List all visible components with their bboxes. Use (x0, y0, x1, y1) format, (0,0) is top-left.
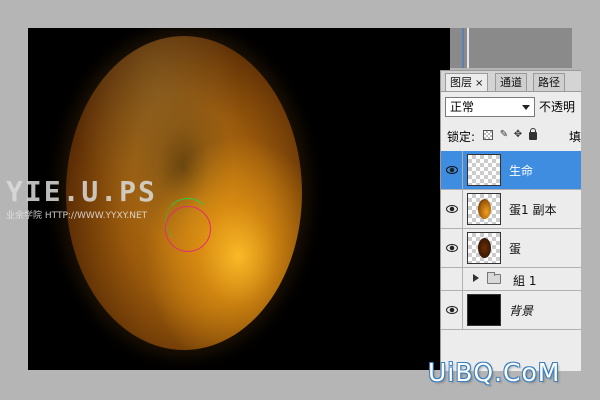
chevron-down-icon (522, 105, 530, 110)
layer-row-background[interactable]: 背景 (441, 291, 581, 330)
blend-mode-select[interactable]: 正常 (445, 97, 535, 117)
opacity-label: 不透明 (539, 100, 576, 114)
tab-channels[interactable]: 通道 (495, 73, 527, 91)
blend-row: 正常 不透明 (445, 97, 581, 119)
panel-divider-light (467, 28, 469, 68)
layer-name: 蛋1 副本 (509, 203, 557, 217)
visibility-toggle[interactable] (441, 229, 463, 267)
layer-row-egg[interactable]: 蛋 (441, 229, 581, 268)
egg-thumbnail-image (478, 199, 491, 219)
layer-list: 生命 蛋1 副本 蛋 組 1 背景 (441, 151, 581, 330)
close-icon[interactable]: × (475, 78, 483, 89)
lock-transparent-icon[interactable] (483, 130, 493, 140)
layer-name: 組 1 (513, 274, 537, 288)
eye-icon (446, 306, 458, 314)
lock-icon[interactable] (529, 128, 537, 140)
tab-channels-label: 通道 (500, 76, 522, 89)
layer-name: 蛋 (509, 242, 522, 256)
expand-arrow-icon[interactable] (473, 274, 479, 282)
layer-row-group-1[interactable]: 組 1 (441, 268, 581, 291)
lock-row: 锁定: ✎ ✥ 填 (445, 127, 581, 145)
layer-thumbnail (467, 232, 501, 264)
fill-label: 填 (569, 130, 581, 144)
layer-name: 背景 (509, 304, 534, 318)
visibility-toggle[interactable] (441, 151, 463, 189)
brand-watermark: UiBQ.CoM (428, 358, 561, 387)
tab-paths-label: 路径 (538, 76, 560, 89)
layer-thumbnail (467, 154, 501, 186)
brush-cursor-ring (165, 206, 211, 252)
layer-thumbnail (467, 294, 501, 326)
visibility-toggle[interactable] (441, 291, 463, 329)
layer-row-life[interactable]: 生命 (441, 151, 581, 190)
folder-icon (487, 272, 501, 284)
workspace-background (450, 28, 572, 68)
panel-tabs: 图层 × 通道 路径 (441, 71, 581, 92)
tab-layers[interactable]: 图层 × (445, 73, 489, 91)
lock-label: 锁定: (447, 130, 476, 144)
layer-thumbnail (467, 193, 501, 225)
watermark-logo-text: YIE.U.PS (6, 175, 157, 208)
layers-panel: 图层 × 通道 路径 正常 不透明 锁定: ✎ ✥ 填 生命 蛋1 副本 蛋 組… (440, 70, 581, 371)
tab-paths[interactable]: 路径 (533, 73, 565, 91)
layer-name: 生命 (509, 164, 534, 178)
site-watermark: YIE.U.PS 业余学院 HTTP://WWW.YYXY.NET (6, 175, 157, 222)
panel-divider (462, 28, 464, 68)
visibility-toggle[interactable] (441, 190, 463, 228)
watermark-url-text: 业余学院 HTTP://WWW.YYXY.NET (6, 211, 148, 221)
eye-icon (446, 205, 458, 213)
blend-mode-value: 正常 (450, 100, 475, 114)
brush-icon[interactable]: ✎ (499, 130, 509, 140)
layer-row-egg-copy[interactable]: 蛋1 副本 (441, 190, 581, 229)
visibility-toggle[interactable] (441, 268, 463, 290)
tab-layers-label: 图层 (450, 76, 472, 89)
egg-thumbnail-image (478, 238, 491, 258)
eye-icon (446, 244, 458, 252)
eye-icon (446, 166, 458, 174)
move-icon[interactable]: ✥ (513, 130, 523, 140)
photoshop-window: YIE.U.PS 业余学院 HTTP://WWW.YYXY.NET 图层 × 通道… (0, 0, 600, 400)
